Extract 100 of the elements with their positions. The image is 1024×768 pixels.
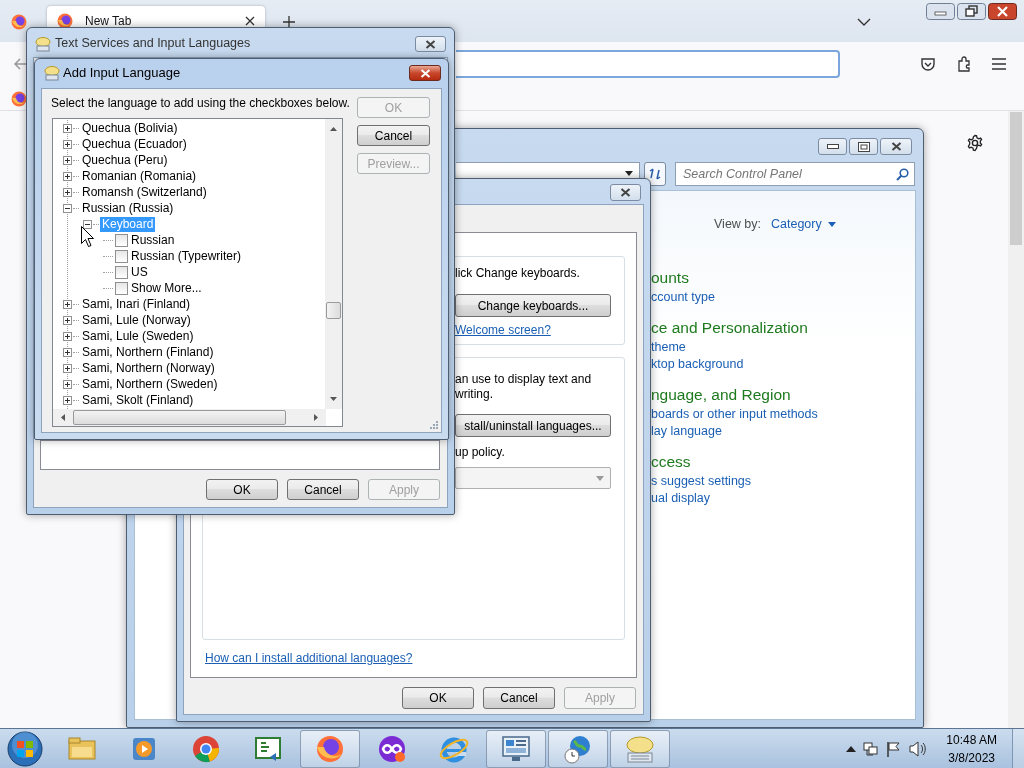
category-link[interactable]: lay language (651, 423, 818, 440)
horizontal-scrollbar[interactable] (53, 409, 326, 426)
scrollbar-thumb[interactable] (73, 410, 286, 425)
collapse-icon[interactable] (83, 219, 92, 229)
scrollbar-thumb[interactable] (1010, 112, 1022, 245)
category-link[interactable]: boards or other input methods (651, 406, 818, 423)
restore-button[interactable] (957, 3, 986, 20)
settings-icon[interactable] (966, 134, 984, 152)
change-keyboards-button[interactable]: Change keyboards... (455, 294, 611, 317)
taskbar-button[interactable] (548, 730, 608, 768)
expand-icon[interactable] (63, 363, 72, 373)
vertical-scrollbar[interactable] (325, 119, 342, 409)
view-by-dropdown[interactable]: Category (771, 217, 836, 232)
close-button[interactable] (880, 138, 912, 155)
dialog-button[interactable]: Cancel (357, 125, 430, 146)
close-button[interactable] (409, 65, 441, 81)
speaker-icon[interactable] (909, 741, 928, 757)
category-heading[interactable]: ce and Personalization (651, 317, 818, 339)
collapse-icon[interactable] (63, 203, 72, 213)
checkbox[interactable] (115, 249, 128, 263)
browser-tab[interactable]: New Tab (47, 6, 265, 27)
expand-icon[interactable] (63, 299, 72, 309)
category-heading[interactable]: ccess (651, 451, 818, 473)
help-link[interactable]: How can I install additional languages? (205, 651, 413, 666)
tree-item[interactable]: Russian (Typewriter) (129, 248, 244, 264)
close-button[interactable] (988, 3, 1017, 20)
checkbox[interactable] (115, 233, 128, 247)
resize-grip-icon[interactable] (429, 420, 438, 429)
expand-icon[interactable] (63, 139, 72, 149)
taskbar-button[interactable] (300, 730, 360, 768)
tree-item[interactable]: Sami, Northern (Sweden) (80, 376, 220, 392)
category-link[interactable]: ccount type (651, 289, 818, 306)
dialog-button[interactable]: OK (402, 687, 474, 709)
category-link[interactable]: s suggest settings (651, 473, 818, 490)
taskbar-button[interactable] (486, 730, 546, 768)
tree-item[interactable]: Sami, Northern (Finland) (80, 344, 216, 360)
tree-item[interactable]: Sami, Inari (Finland) (80, 296, 193, 312)
welcome-screen-link[interactable]: Welcome screen? (455, 323, 551, 338)
tree-item[interactable]: Quechua (Ecuador) (80, 136, 189, 152)
expand-icon[interactable] (63, 347, 72, 357)
start-button[interactable] (6, 730, 44, 768)
expand-icon[interactable] (63, 331, 72, 341)
expand-icon[interactable] (63, 171, 72, 181)
scrollbar-thumb[interactable] (326, 302, 341, 319)
close-icon[interactable] (245, 16, 255, 26)
category-heading[interactable]: nguage, and Region (651, 384, 818, 406)
puzzle-icon[interactable] (956, 56, 972, 72)
dialog-button[interactable]: OK (206, 479, 278, 500)
close-button[interactable] (610, 184, 641, 201)
tree-item[interactable]: US (129, 264, 150, 280)
address-field[interactable] (456, 50, 840, 78)
tree-item[interactable]: Romanian (Romania) (80, 168, 199, 184)
chevron-down-icon[interactable] (857, 18, 871, 26)
category-link[interactable]: ual display (651, 490, 818, 507)
category-link[interactable]: theme (651, 339, 818, 356)
clock[interactable]: 10:48 AM 3/8/2023 (946, 731, 997, 767)
dropdown-arrow-icon[interactable] (625, 171, 633, 176)
left-arrow-icon[interactable] (61, 414, 65, 421)
tree-item[interactable]: Russian (Russia) (80, 200, 176, 216)
up-arrow-icon[interactable] (330, 127, 337, 131)
minimize-button[interactable] (818, 138, 847, 155)
expand-icon[interactable] (63, 395, 72, 405)
down-arrow-icon[interactable] (330, 397, 337, 401)
pocket-icon[interactable] (920, 56, 936, 72)
tree-item[interactable]: Romansh (Switzerland) (80, 184, 209, 200)
checkbox[interactable] (115, 281, 128, 295)
tree-item[interactable]: Sami, Lule (Sweden) (80, 328, 196, 344)
search-field[interactable]: Search Control Panel (675, 162, 915, 186)
tree-item[interactable]: Quechua (Peru) (80, 152, 170, 168)
tree-item[interactable]: Russian (129, 232, 177, 248)
dialog-button[interactable]: Cancel (287, 479, 359, 500)
tree-item[interactable]: Sami, Lule (Norway) (80, 312, 193, 328)
up-arrow-icon[interactable] (846, 746, 857, 752)
keyboard-bubble-icon (44, 65, 60, 81)
back-arrow-icon[interactable] (13, 57, 27, 71)
checkbox[interactable] (115, 265, 128, 279)
menu-icon[interactable] (992, 58, 1006, 70)
dropdown-arrow-icon (596, 476, 604, 481)
network-icon[interactable] (863, 741, 880, 757)
maximize-button[interactable] (849, 138, 878, 155)
install-languages-button[interactable]: stall/uninstall languages... (455, 414, 611, 437)
expand-icon[interactable] (63, 187, 72, 197)
tree-item[interactable]: Show More... (129, 280, 204, 296)
category-link[interactable]: ktop background (651, 356, 818, 373)
right-arrow-icon[interactable] (314, 414, 318, 421)
flag-icon[interactable] (886, 741, 903, 757)
expand-icon[interactable] (63, 155, 72, 165)
dialog-button[interactable]: Cancel (483, 687, 555, 709)
expand-icon[interactable] (63, 123, 72, 133)
refresh-button[interactable] (644, 162, 666, 186)
close-button[interactable] (415, 36, 446, 52)
tree-item[interactable]: Sami, Northern (Norway) (80, 360, 217, 376)
dropdown-arrow-icon (827, 222, 836, 227)
expand-icon[interactable] (63, 315, 72, 325)
tree-item[interactable]: Quechua (Bolivia) (80, 120, 180, 136)
expand-icon[interactable] (63, 379, 72, 389)
plus-icon[interactable] (283, 16, 295, 28)
search-icon[interactable] (896, 168, 909, 181)
category-heading[interactable]: ounts (651, 267, 818, 289)
tree-item[interactable]: Sami, Skolt (Finland) (80, 392, 196, 408)
